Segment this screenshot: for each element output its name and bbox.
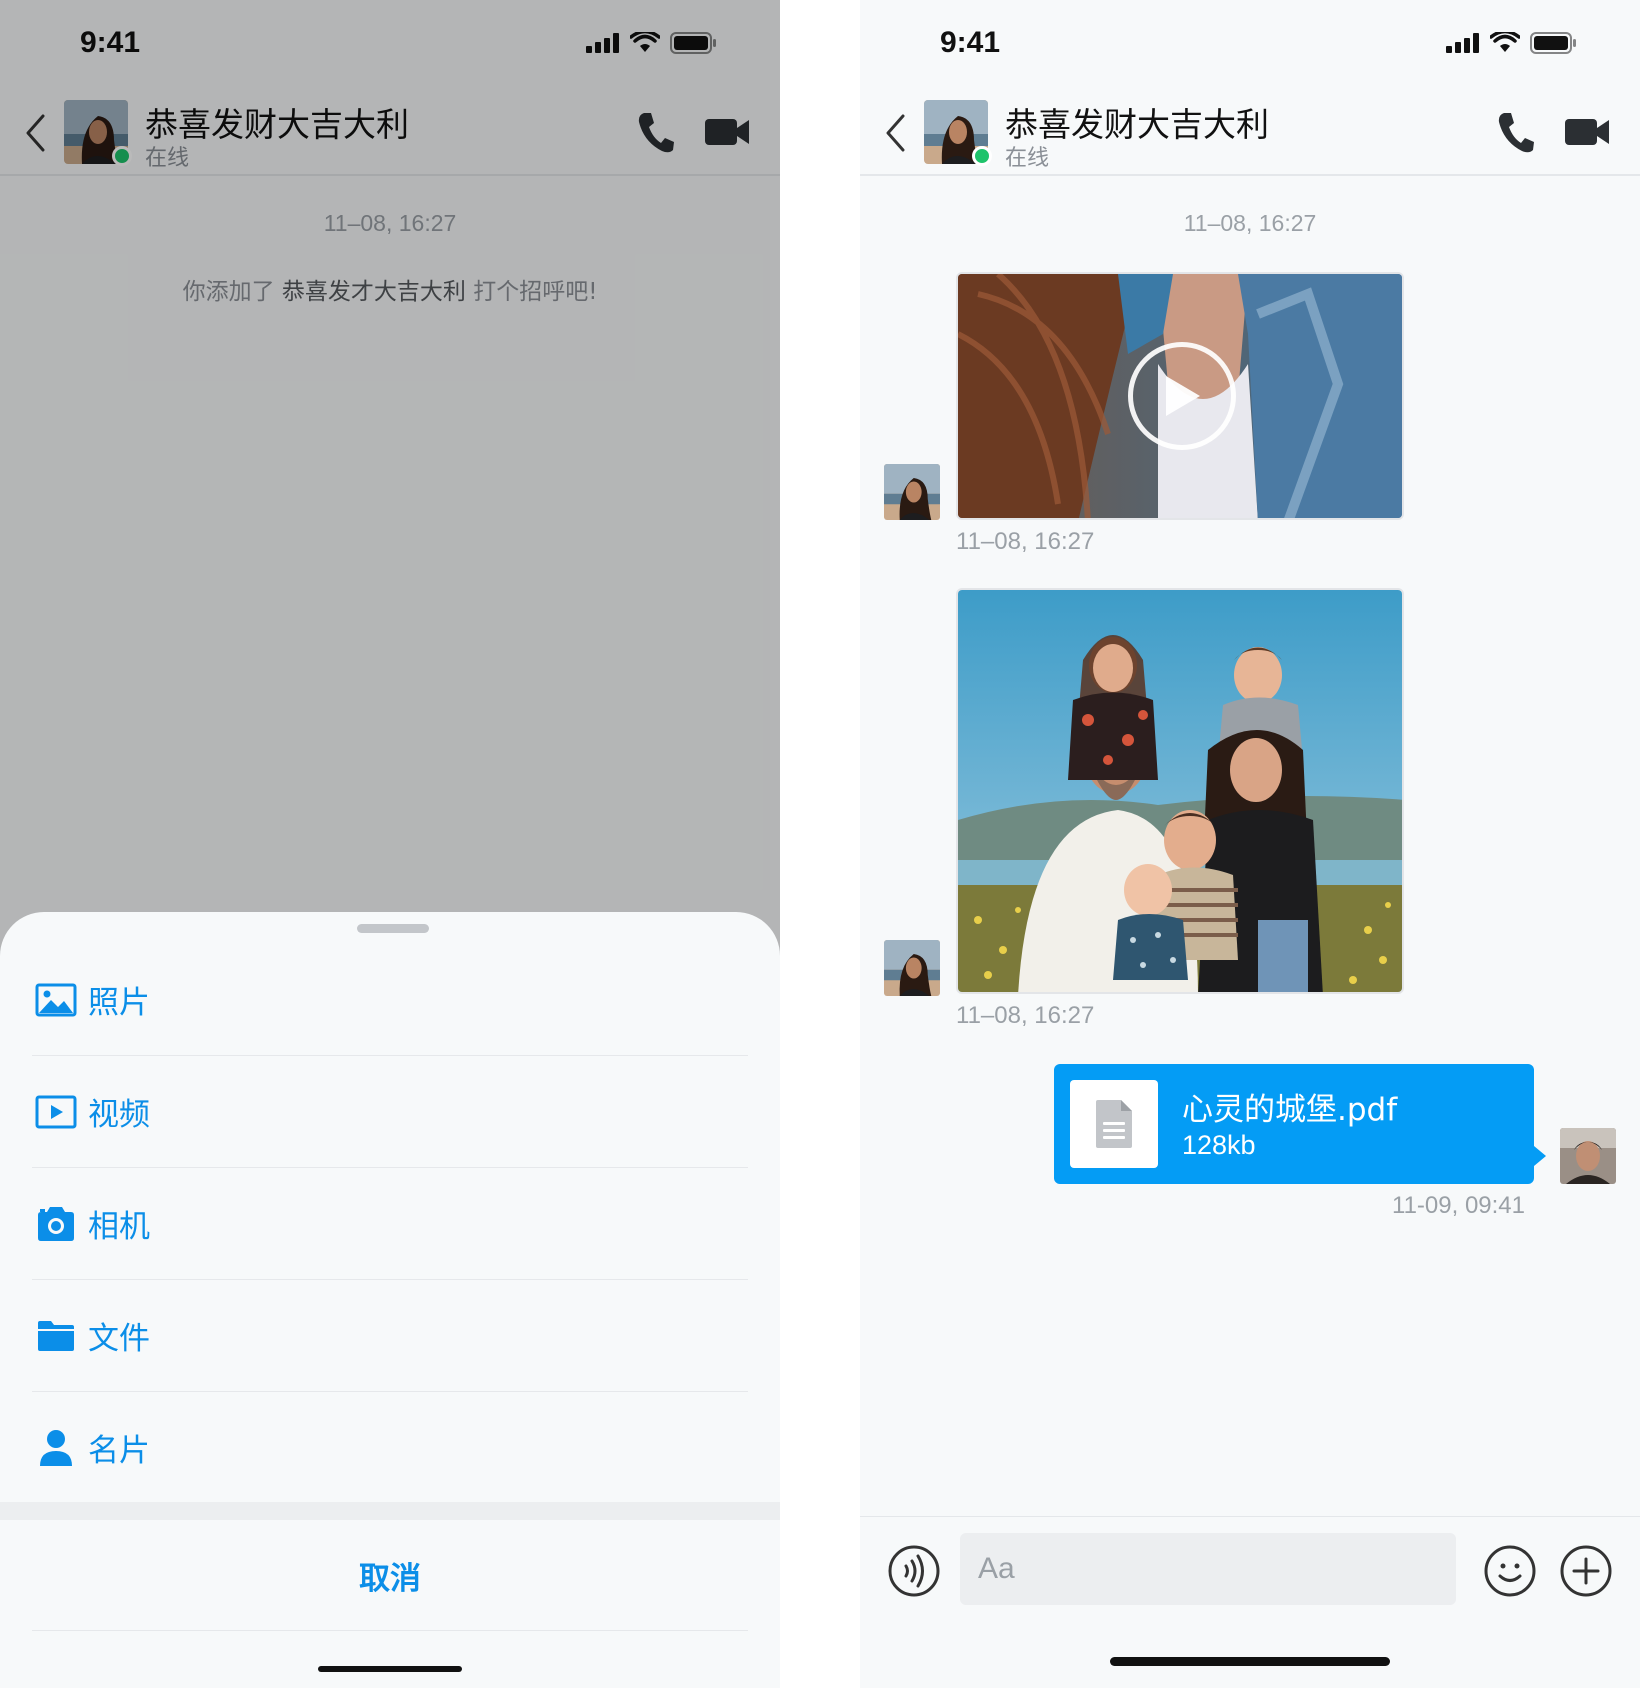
- image-message[interactable]: [956, 588, 1404, 994]
- play-button[interactable]: [1128, 342, 1236, 450]
- document-icon: [1096, 1100, 1132, 1148]
- plus-icon: [1560, 1545, 1612, 1597]
- file-name: 心灵的城堡.pdf: [1182, 1092, 1398, 1128]
- message-composer: [860, 1516, 1640, 1688]
- sheet-item-contact-card[interactable]: 名片: [32, 1392, 748, 1504]
- home-indicator[interactable]: [318, 1666, 462, 1672]
- more-options-button[interactable]: [1560, 1545, 1612, 1597]
- sheet-item-label: 视频: [88, 1097, 150, 1133]
- sheet-item-label: 名片: [88, 1433, 150, 1469]
- sheet-item-label: 照片: [88, 985, 150, 1021]
- home-indicator[interactable]: [1110, 1657, 1390, 1666]
- battery-icon: [1530, 32, 1576, 54]
- video-camera-icon: [1565, 119, 1609, 145]
- voice-input-button[interactable]: [888, 1545, 940, 1597]
- sheet-item-file[interactable]: 文件: [32, 1280, 748, 1392]
- chat-header: 恭喜发财大吉大利 在线: [860, 90, 1640, 176]
- sheet-item-camera[interactable]: 相机: [32, 1168, 748, 1280]
- sheet-item-label: 相机: [88, 1209, 150, 1245]
- attachment-action-sheet: 照片 视频 相机 文件 名片 取消: [0, 912, 780, 1688]
- file-size: 128kb: [1182, 1130, 1256, 1160]
- voice-wave-icon: [888, 1545, 940, 1597]
- sender-avatar[interactable]: [884, 464, 940, 520]
- cancel-button[interactable]: 取消: [0, 1520, 780, 1630]
- camera-icon: [34, 1202, 78, 1246]
- contact-status: 在线: [1005, 146, 1050, 171]
- photo-image: [958, 590, 1402, 992]
- wifi-icon: [1490, 32, 1520, 52]
- my-avatar[interactable]: [1560, 1128, 1616, 1184]
- phone-right-screen: 9:41 恭喜发财大吉大利 在线 11–08, 16:27 11–08, 16:…: [860, 0, 1640, 1688]
- emoji-button[interactable]: [1484, 1545, 1536, 1597]
- voice-call-button[interactable]: [1496, 110, 1536, 154]
- chevron-left-icon: [886, 114, 905, 152]
- status-icons: [1446, 32, 1576, 54]
- video-play-icon: [34, 1090, 78, 1134]
- sheet-item-label: 文件: [88, 1321, 150, 1357]
- bubble-tail: [1534, 1146, 1546, 1166]
- sheet-divider: [0, 1502, 780, 1520]
- message-time: 11–08, 16:27: [956, 1002, 1095, 1029]
- folder-icon: [34, 1314, 78, 1358]
- photo-icon: [34, 978, 78, 1022]
- divider: [32, 1630, 748, 1631]
- file-message[interactable]: 心灵的城堡.pdf 128kb: [1054, 1064, 1534, 1184]
- phone-icon: [1498, 113, 1534, 153]
- message-time: 11–08, 16:27: [956, 528, 1095, 555]
- online-indicator: [972, 146, 992, 166]
- sheet-item-video[interactable]: 视频: [32, 1056, 748, 1168]
- status-bar: 9:41: [860, 0, 1640, 90]
- play-icon: [1166, 376, 1200, 416]
- person-icon: [34, 1426, 78, 1470]
- conversation-timestamp: 11–08, 16:27: [1183, 210, 1317, 236]
- signal-icon: [1446, 33, 1479, 53]
- back-button[interactable]: [880, 110, 910, 156]
- sender-avatar[interactable]: [884, 940, 940, 996]
- sheet-handle[interactable]: [357, 924, 429, 933]
- phone-left-screen: 9:41 恭喜发财大吉大利 在线 11–08, 16:27 你添加了 恭喜发才大…: [0, 0, 780, 1688]
- video-message[interactable]: [956, 272, 1404, 520]
- status-time: 9:41: [940, 26, 1001, 59]
- message-time: 11-09, 09:41: [1392, 1192, 1525, 1219]
- smiley-icon: [1484, 1545, 1536, 1597]
- contact-name: 恭喜发财大吉大利: [1005, 105, 1269, 144]
- message-input[interactable]: [960, 1533, 1456, 1605]
- file-thumbnail: [1070, 1080, 1158, 1168]
- sheet-item-photo[interactable]: 照片: [32, 944, 748, 1056]
- video-call-button[interactable]: [1564, 114, 1610, 150]
- contact-avatar[interactable]: [924, 100, 992, 166]
